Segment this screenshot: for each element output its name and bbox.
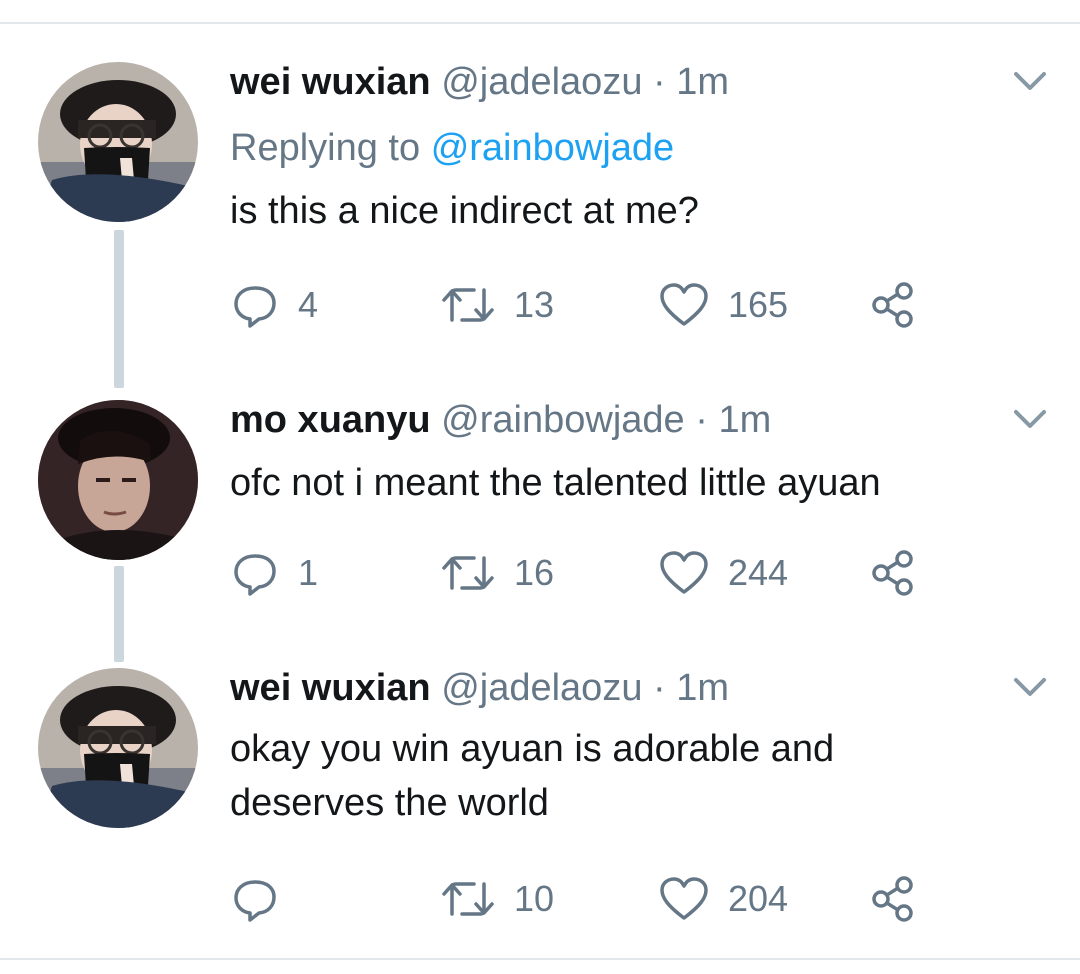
bottom-divider xyxy=(0,958,1080,960)
separator-dot: · xyxy=(653,667,666,709)
reply-icon xyxy=(234,880,276,922)
tweet-text: okay you win ayuan is adorable and deser… xyxy=(230,728,835,824)
tweet[interactable]: wei wuxian @jadelaozu · 1m okay you win … xyxy=(0,0,1080,950)
like-count: 204 xyxy=(728,878,789,919)
display-name[interactable]: wei wuxian xyxy=(230,667,431,709)
timestamp[interactable]: 1m xyxy=(676,667,729,709)
retweet-count: 10 xyxy=(514,878,555,919)
retweet-icon xyxy=(442,882,494,916)
user-handle[interactable]: @jadelaozu xyxy=(441,667,642,709)
share-icon xyxy=(872,876,913,922)
avatar[interactable] xyxy=(38,668,198,828)
share-button[interactable] xyxy=(870,874,916,924)
tweet-actions: 10 204 xyxy=(230,874,950,924)
retweet-button[interactable]: 10 xyxy=(440,874,554,924)
like-button[interactable]: 204 xyxy=(658,874,788,924)
caret-down-icon xyxy=(1014,678,1046,696)
like-icon xyxy=(660,877,708,920)
tweet-header: wei wuxian @jadelaozu · 1m xyxy=(230,666,729,710)
reply-button[interactable] xyxy=(230,874,298,924)
more-options-button[interactable] xyxy=(1008,672,1052,702)
